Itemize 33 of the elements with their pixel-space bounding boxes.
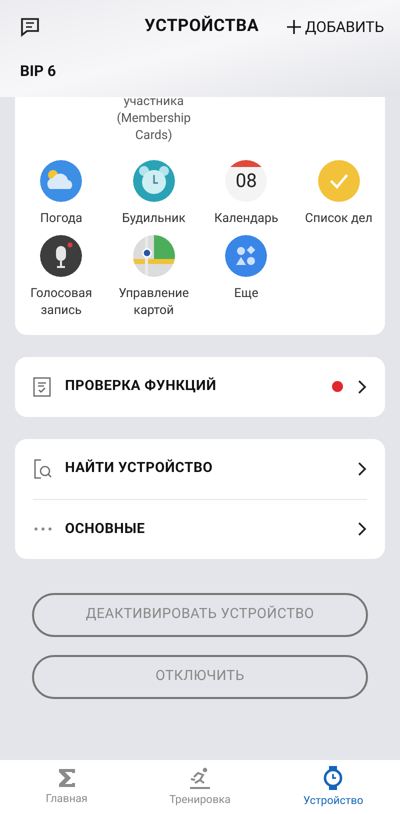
function-check-row[interactable]: ПРОВЕРКА ФУНКЦИЙ [15, 356, 385, 416]
app-tile[interactable]: Погода [15, 160, 108, 226]
microphone-icon [40, 234, 82, 276]
more-icon [33, 526, 53, 532]
app-tile[interactable]: Будильник [108, 160, 200, 226]
weather-icon [40, 160, 82, 202]
runner-icon [188, 766, 212, 790]
menu-row[interactable]: ОСНОВНЫЕ [33, 498, 367, 558]
app-tile[interactable]: Еще [200, 234, 292, 318]
chevron-right-icon [357, 521, 367, 537]
sigma-icon [56, 766, 77, 789]
app-tile[interactable]: Управление картой [108, 234, 200, 318]
chevron-right-icon [357, 378, 367, 394]
plus-icon [287, 20, 302, 34]
map-icon [132, 234, 175, 276]
add-button[interactable]: ДОБАВИТЬ [287, 16, 384, 38]
alarm-clock-icon [132, 160, 175, 202]
nav-tab[interactable]: Устройство [266, 760, 400, 814]
search-icon [33, 458, 53, 478]
checklist-icon [33, 376, 51, 396]
calendar-day: 08 [236, 170, 257, 190]
watch-icon [323, 764, 344, 791]
apps-icon [225, 234, 268, 276]
app-tile[interactable]: 08 Календарь [200, 160, 292, 226]
feedback-icon[interactable] [20, 17, 40, 37]
device-name: BIP 6 [20, 61, 57, 82]
app-tile[interactable]: Голосовая запись [15, 234, 108, 318]
checkmark-icon [318, 160, 360, 202]
app-tile[interactable]: Список дел [292, 160, 385, 226]
page-title: УСТРОЙСТВА [144, 14, 260, 38]
chevron-right-icon [357, 460, 367, 476]
app-label: участника (Membership Cards) [116, 92, 192, 144]
menu-row[interactable]: НАЙТИ УСТРОЙСТВО [33, 438, 367, 498]
